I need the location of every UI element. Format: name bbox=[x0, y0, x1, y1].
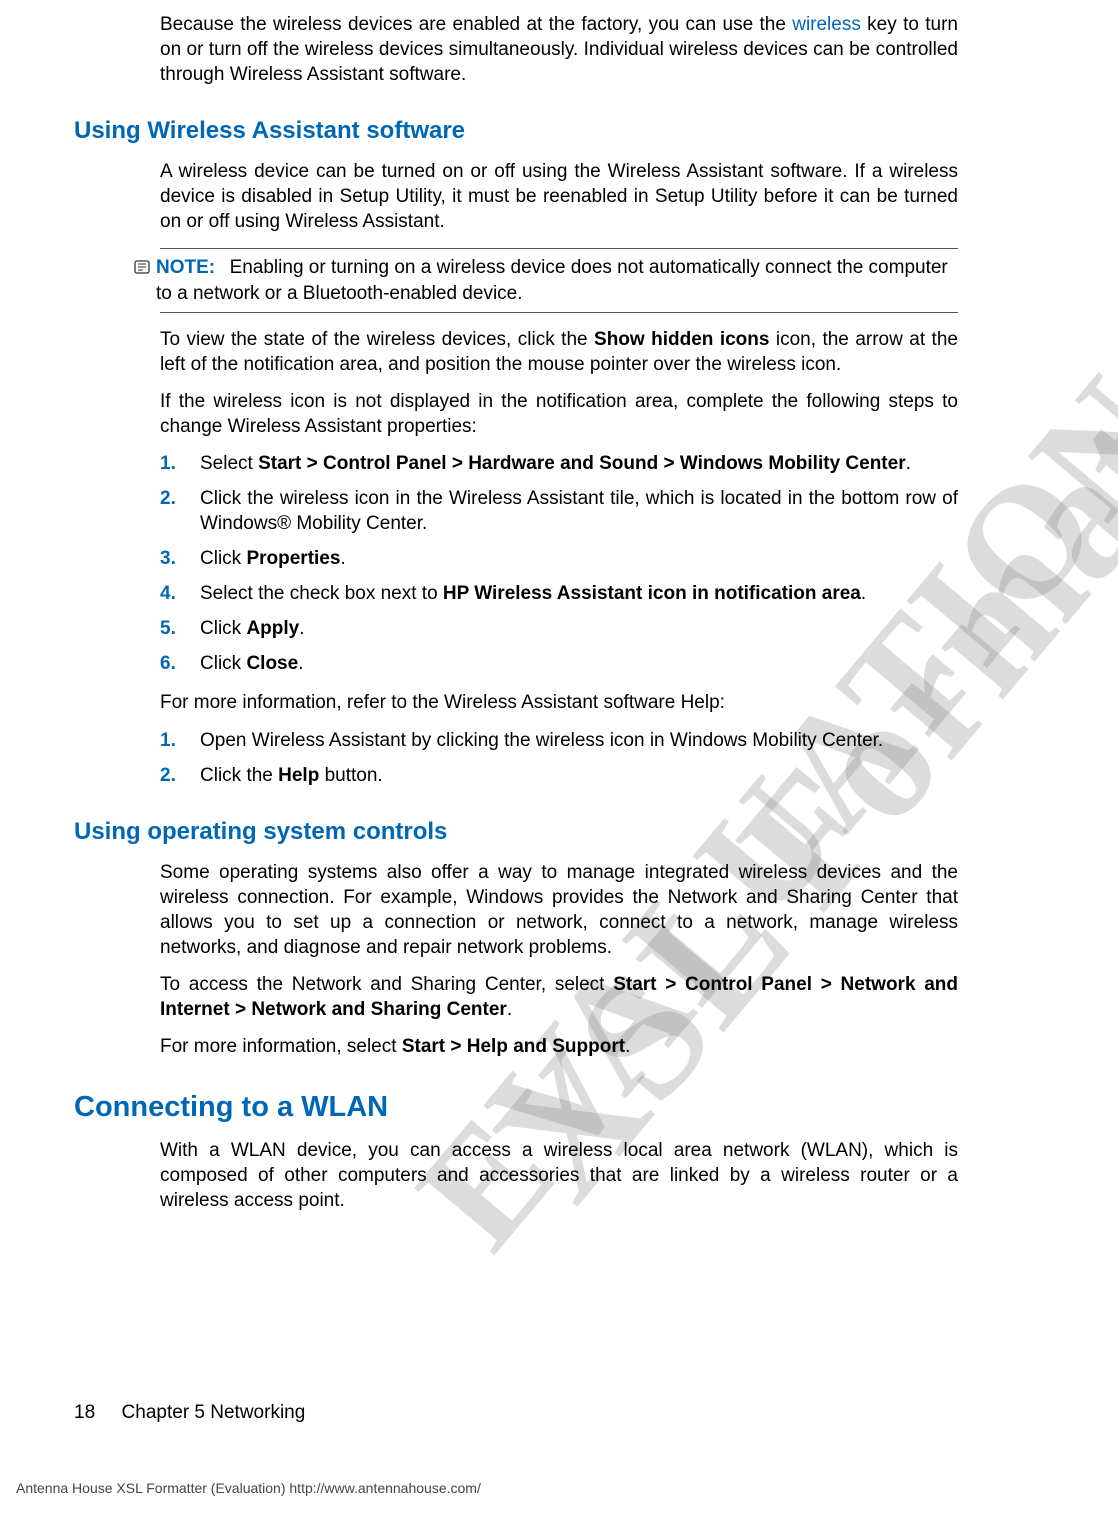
document-page: XSL Formatter EVALUATION Because the wir… bbox=[0, 0, 1118, 1518]
list-number: 6. bbox=[160, 651, 200, 676]
list-number: 1. bbox=[160, 451, 200, 476]
text: Select bbox=[200, 453, 258, 474]
text: . bbox=[906, 453, 911, 474]
text: Select the check box next to bbox=[200, 583, 443, 604]
evaluation-footer: Antenna House XSL Formatter (Evaluation)… bbox=[16, 1480, 481, 1496]
list-item: 2. Click the Help button. bbox=[160, 763, 958, 788]
list-number: 2. bbox=[160, 763, 200, 788]
list-item: 1. Open Wireless Assistant by clicking t… bbox=[160, 728, 958, 753]
list-item: 3. Click Properties. bbox=[160, 546, 958, 571]
list-number: 3. bbox=[160, 546, 200, 571]
list-number: 2. bbox=[160, 486, 200, 536]
note-rule-bottom bbox=[160, 312, 958, 313]
ordered-list: 1. Select Start > Control Panel > Hardwa… bbox=[160, 451, 958, 677]
bold-text: Close bbox=[246, 653, 298, 674]
bold-text: Properties bbox=[246, 548, 340, 569]
paragraph: If the wireless icon is not displayed in… bbox=[160, 389, 958, 439]
list-item: 6. Click Close. bbox=[160, 651, 958, 676]
text: Click bbox=[200, 653, 246, 674]
page-footer: 18 Chapter 5 Networking bbox=[74, 1402, 305, 1424]
text: Click bbox=[200, 548, 246, 569]
text: For more information, select bbox=[160, 1036, 402, 1057]
text: Open Wireless Assistant by clicking the … bbox=[200, 730, 883, 751]
page-content: Because the wireless devices are enabled… bbox=[0, 12, 1118, 1214]
ordered-list: 1. Open Wireless Assistant by clicking t… bbox=[160, 728, 958, 788]
text: Click the wireless icon in the Wireless … bbox=[200, 488, 958, 534]
paragraph: With a WLAN device, you can access a wir… bbox=[160, 1138, 958, 1213]
text: Click the bbox=[200, 765, 278, 786]
paragraph: To view the state of the wireless device… bbox=[160, 327, 958, 377]
note-label: NOTE: bbox=[156, 257, 215, 278]
list-item: 1. Select Start > Control Panel > Hardwa… bbox=[160, 451, 958, 476]
heading-wireless-assistant: Using Wireless Assistant software bbox=[74, 117, 1028, 145]
bold-text: Show hidden icons bbox=[594, 329, 769, 350]
bold-text: Apply bbox=[246, 618, 299, 639]
text: . bbox=[861, 583, 866, 604]
heading-os-controls: Using operating system controls bbox=[74, 818, 1028, 846]
paragraph: For more information, refer to the Wirel… bbox=[160, 690, 958, 715]
text: To access the Network and Sharing Center… bbox=[160, 974, 613, 995]
text: . bbox=[625, 1036, 630, 1057]
list-number: 5. bbox=[160, 616, 200, 641]
bold-text: Help bbox=[278, 765, 319, 786]
paragraph: To access the Network and Sharing Center… bbox=[160, 972, 958, 1022]
paragraph: For more information, select Start > Hel… bbox=[160, 1034, 958, 1059]
list-item: 4. Select the check box next to HP Wirel… bbox=[160, 581, 958, 606]
text: Click bbox=[200, 618, 246, 639]
text: . bbox=[298, 653, 303, 674]
paragraph: A wireless device can be turned on or of… bbox=[160, 159, 958, 234]
paragraph: Some operating systems also offer a way … bbox=[160, 860, 958, 960]
intro-paragraph: Because the wireless devices are enabled… bbox=[160, 12, 958, 87]
note-icon bbox=[134, 259, 150, 278]
text: Because the wireless devices are enabled… bbox=[160, 14, 792, 35]
heading-wlan: Connecting to a WLAN bbox=[74, 1091, 1028, 1124]
list-item: 5. Click Apply. bbox=[160, 616, 958, 641]
list-item: 2. Click the wireless icon in the Wirele… bbox=[160, 486, 958, 536]
text: To view the state of the wireless device… bbox=[160, 329, 594, 350]
list-number: 1. bbox=[160, 728, 200, 753]
note-text: Enabling or turning on a wireless device… bbox=[156, 257, 948, 303]
text: . bbox=[299, 618, 304, 639]
list-number: 4. bbox=[160, 581, 200, 606]
page-number: 18 bbox=[74, 1402, 95, 1423]
bold-text: Start > Help and Support bbox=[402, 1036, 625, 1057]
text: . bbox=[340, 548, 345, 569]
bold-text: HP Wireless Assistant icon in notificati… bbox=[443, 583, 861, 604]
text: button. bbox=[319, 765, 382, 786]
wireless-link[interactable]: wireless bbox=[792, 14, 861, 35]
text: . bbox=[507, 999, 512, 1020]
bold-text: Start > Control Panel > Hardware and Sou… bbox=[258, 453, 906, 474]
chapter-label: Chapter 5 Networking bbox=[122, 1402, 306, 1423]
note-block: NOTE: Enabling or turning on a wireless … bbox=[160, 248, 958, 312]
